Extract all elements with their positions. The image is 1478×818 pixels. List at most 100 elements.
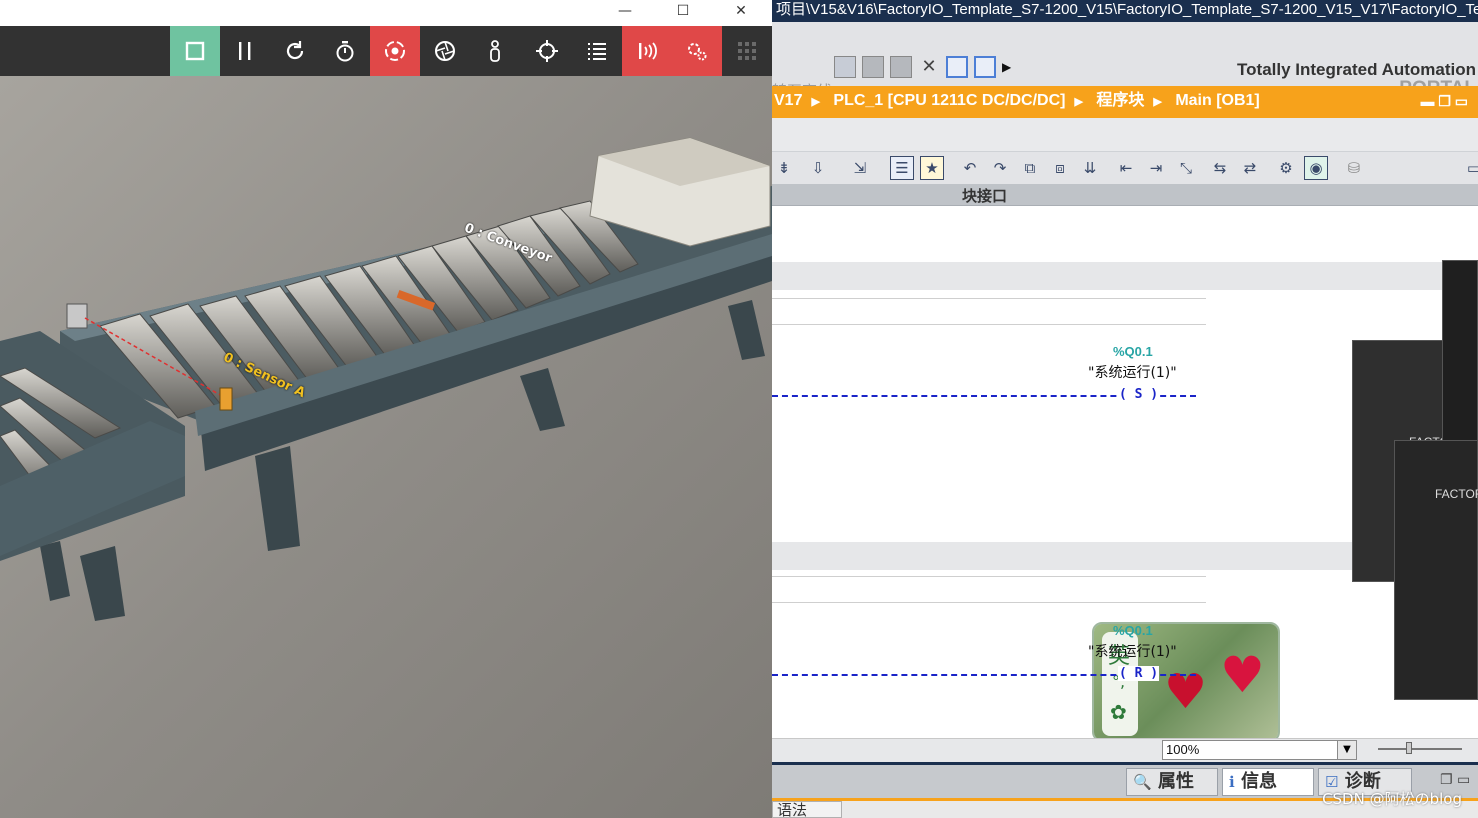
ladder-editor[interactable]: %Q0.1 "系统运行(1)" ( S ) 英 °, ✿ ♥ ♥ %Q0.1 "… (772, 206, 1478, 742)
tab-label: 属性 (1157, 771, 1194, 792)
factory-io-window: — ☐ ✕ 0: Conveyor 0: Sensor A (0, 0, 772, 818)
person-icon (490, 40, 500, 62)
ime-toolbar-widget[interactable]: 英 °, ✿ ♥ ♥ (1092, 622, 1280, 742)
coil-address: %Q0.1 (1113, 344, 1153, 359)
close-tool-icon[interactable]: ✕ (918, 56, 940, 78)
factory-io-titlebar: — ☐ ✕ (0, 0, 772, 26)
divider (772, 576, 1206, 577)
3d-scene-viewport[interactable]: 0 : Conveyor 0 : Sensor A (0, 76, 772, 818)
more-arrow-icon[interactable]: ▶ (1002, 56, 1011, 78)
tab-syntax[interactable]: 语法 (772, 801, 842, 818)
divider (772, 298, 1206, 299)
chevron-right-icon: ▶ (1074, 96, 1083, 108)
palette-button[interactable] (722, 26, 772, 76)
ime-settings-icon[interactable]: ✿ (1110, 700, 1127, 724)
coil-type: S (1134, 387, 1143, 402)
split-horizontal-icon[interactable] (946, 56, 968, 78)
reset-coil[interactable]: ( R ) (1118, 666, 1160, 681)
tab-info[interactable]: ℹ 信息 (1222, 768, 1314, 796)
tab-properties[interactable]: 🔍 属性 (1126, 768, 1218, 796)
maximize-button[interactable]: ☐ (658, 0, 708, 26)
side-panel-icon[interactable]: ▭ (1462, 156, 1478, 180)
breadcrumb-item-main[interactable]: Main [OB1] (1175, 92, 1259, 109)
brand-line1: Totally Integrated Automation (1237, 60, 1476, 79)
close-all-networks-icon[interactable]: ↷ (988, 156, 1012, 180)
favorites-icon[interactable]: ★ (920, 156, 944, 180)
absolute-addressing-icon[interactable]: ⧉ (1018, 156, 1042, 180)
breadcrumb: V17 ▶ PLC_1 [CPU 1211C DC/DC/DC] ▶ 程序块 ▶ Ma… (772, 86, 1478, 118)
crosshair-icon (536, 40, 558, 62)
breadcrumb-item-program-blocks[interactable]: 程序块 (1096, 92, 1144, 109)
show-connections-icon[interactable]: ⤡ (1174, 156, 1198, 180)
insert-block-icon[interactable]: ⇲ (848, 156, 872, 180)
crosshair-button[interactable] (522, 26, 572, 76)
grid-icon (738, 42, 756, 60)
camera-fly-button[interactable] (420, 26, 470, 76)
split-vertical-icon[interactable] (974, 56, 996, 78)
camera-first-person-button[interactable] (470, 26, 520, 76)
heart-icon: ♥ (1164, 664, 1208, 720)
properties-icon: 🔍 (1133, 773, 1152, 791)
header-toolbar: ✕ ▶ (834, 56, 1011, 78)
zoom-bar (772, 738, 1478, 762)
background-window-label: FACTOR (1435, 487, 1478, 501)
go-to-next-error-icon[interactable]: ⇥ (1144, 156, 1168, 180)
insert-row-icon[interactable]: ⇩ (806, 156, 830, 180)
accessible-devices-icon[interactable] (834, 56, 856, 78)
factory-io-toolbar (0, 26, 772, 76)
go-to-previous-error-icon[interactable]: ⇤ (1114, 156, 1138, 180)
set-coil[interactable]: ( S ) (1118, 387, 1160, 402)
divider (772, 602, 1206, 603)
breadcrumb-item-plc[interactable]: PLC_1 [CPU 1211C DC/DC/DC] (833, 92, 1065, 109)
database-icon[interactable]: ⛁ (1342, 156, 1366, 180)
sensors-button[interactable] (622, 26, 672, 76)
zoom-slider[interactable] (1378, 748, 1462, 750)
actuators-button[interactable] (672, 26, 722, 76)
timer-button[interactable] (320, 26, 370, 76)
block-interface-label: 块接口 (962, 187, 1008, 205)
tia-header: 转至离线 ✕ ▶ Totally Integrated Automation P… (772, 22, 1478, 100)
inspector-window-controls-icon[interactable]: ❐ ▭ (1440, 772, 1470, 788)
window-controls-icon[interactable]: ▬ ❐ ▭ (1420, 86, 1468, 116)
coil-address: %Q0.1 (1113, 623, 1153, 638)
monitor-toggle-icon[interactable]: ⇄ (1238, 156, 1262, 180)
background-window: FACTOR (1394, 440, 1478, 700)
expand-network-icon[interactable]: ⇊ (1078, 156, 1102, 180)
tag-info-icon[interactable]: ⧈ (1048, 156, 1072, 180)
tab-label: 信息 (1240, 771, 1277, 792)
coil-type: R (1134, 666, 1143, 681)
reset-button[interactable] (270, 26, 320, 76)
call-structure-icon[interactable]: ⚙ (1274, 156, 1298, 180)
breadcrumb-item-project[interactable]: V17 (774, 92, 802, 109)
gears-icon (688, 43, 707, 61)
background-window (1442, 260, 1478, 456)
coil-tag[interactable]: "系统运行(1)" (1088, 362, 1177, 382)
watermark: CSDN @阿松のblog (1322, 790, 1462, 808)
coil-tag[interactable]: "系统运行(1)" (1088, 641, 1177, 661)
orbit-icon (385, 41, 405, 61)
pause-button[interactable] (220, 26, 270, 76)
compare-icon[interactable]: ⇆ (1208, 156, 1232, 180)
conveyor-scene (0, 76, 772, 818)
list-icon (588, 43, 606, 60)
editor-tab-strip (772, 118, 1478, 152)
block-interface-bar[interactable] (772, 184, 1478, 206)
monitoring-on-off-icon[interactable]: ◉ (1304, 156, 1328, 180)
close-button[interactable]: ✕ (716, 0, 766, 26)
heart-icon: ♥ (1220, 646, 1265, 704)
network-comments-icon[interactable]: ☰ (890, 156, 914, 180)
insert-network-icon[interactable]: ⇟ (772, 156, 796, 180)
stop-button[interactable] (170, 26, 220, 76)
open-all-networks-icon[interactable]: ↶ (958, 156, 982, 180)
stop-cpu-icon[interactable] (890, 56, 912, 78)
start-simulation-icon[interactable] (862, 56, 884, 78)
scene-list-button[interactable] (572, 26, 622, 76)
minimize-button[interactable]: — (600, 0, 650, 26)
chevron-down-icon[interactable]: ▼ (1337, 740, 1357, 760)
chevron-right-icon: ▶ (1153, 96, 1162, 108)
zoom-slider-handle[interactable] (1406, 742, 1412, 754)
camera-orbit-button[interactable] (370, 26, 420, 76)
network-header[interactable] (772, 262, 1478, 290)
divider (772, 324, 1206, 325)
zoom-select[interactable]: 100% (1162, 740, 1347, 760)
